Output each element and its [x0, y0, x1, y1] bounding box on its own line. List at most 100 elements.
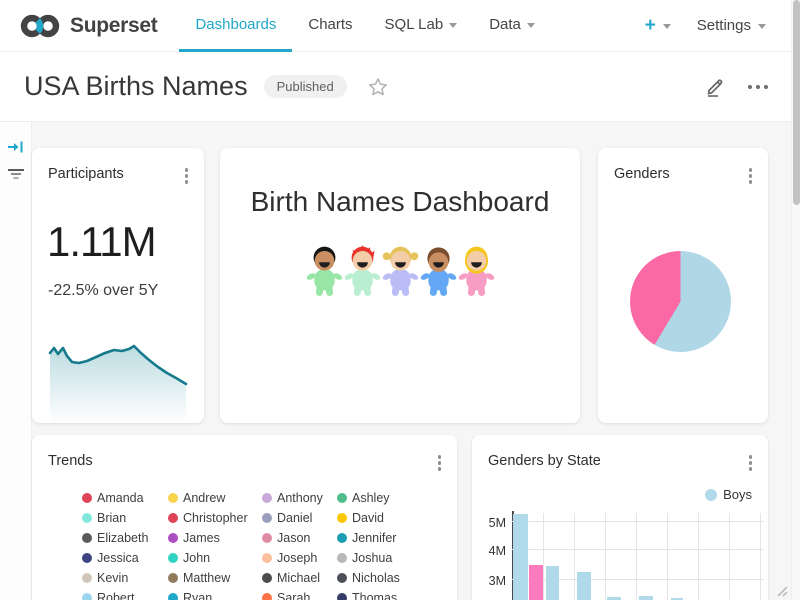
genders-by-state-card: Genders by State Boys 5M4M3M	[472, 435, 768, 600]
kid-figure-spiky	[344, 243, 381, 299]
favorite-star-icon[interactable]	[367, 76, 389, 98]
legend-dot	[168, 573, 178, 583]
card-title: Trends	[48, 453, 93, 469]
legend-item[interactable]: Elizabeth	[82, 528, 168, 548]
nav-item-charts[interactable]: Charts	[292, 0, 368, 52]
legend-dot	[168, 533, 178, 543]
legend-label: Daniel	[277, 511, 312, 525]
pie-chart	[630, 251, 731, 352]
bar	[639, 596, 653, 600]
legend-label: Brian	[97, 511, 126, 525]
bar	[546, 566, 559, 600]
legend-dot	[337, 573, 347, 583]
legend-dot	[82, 593, 92, 600]
legend-dot	[168, 513, 178, 523]
expand-filter-bar-icon[interactable]	[0, 140, 31, 154]
brand-name: Superset	[70, 14, 157, 38]
legend-item[interactable]: Brian	[82, 508, 168, 528]
legend-dot	[82, 493, 92, 503]
gridline	[667, 513, 668, 600]
settings-label: Settings	[697, 17, 751, 34]
legend-item[interactable]: Amanda	[82, 488, 168, 508]
nav-item-dashboards[interactable]: Dashboards	[179, 0, 292, 52]
legend-item[interactable]: Jessica	[82, 548, 168, 568]
legend-item[interactable]: Andrew	[168, 488, 262, 508]
legend-dot	[262, 533, 272, 543]
legend-item[interactable]: Thomas	[337, 588, 447, 600]
legend-item[interactable]: Michael	[262, 568, 337, 588]
gridline	[698, 513, 699, 600]
legend-dot	[82, 513, 92, 523]
legend-item[interactable]: James	[168, 528, 262, 548]
legend-item[interactable]: Joshua	[337, 548, 447, 568]
legend-label: James	[183, 531, 220, 545]
legend-item[interactable]: David	[337, 508, 447, 528]
gridline	[636, 513, 637, 600]
nav-item-sql-lab[interactable]: SQL Lab	[369, 0, 474, 52]
brand[interactable]: Superset	[0, 12, 157, 40]
legend-dot	[168, 553, 178, 563]
app-header: Superset Dashboards Charts SQL LabData + S…	[0, 0, 800, 52]
scrollbar	[791, 0, 800, 600]
plus-button[interactable]: +	[645, 16, 671, 35]
kebab-menu-icon[interactable]	[435, 452, 445, 474]
trends-card: Trends Amanda Andrew Anthony Ashley Brian Chr…	[32, 435, 457, 600]
bar-chart: 5M4M3M	[472, 435, 768, 600]
settings-menu[interactable]: Settings	[697, 17, 766, 34]
plus-icon: +	[645, 16, 656, 35]
kebab-menu-icon[interactable]	[182, 165, 192, 187]
filter-funnel-icon[interactable]	[0, 168, 31, 181]
gridline	[574, 513, 575, 600]
legend-item[interactable]: Ryan	[168, 588, 262, 600]
sparkline-chart	[46, 343, 190, 423]
markdown-heading: Birth Names Dashboard	[220, 186, 580, 218]
superset-logo-icon	[18, 12, 62, 40]
legend-dot	[337, 593, 347, 600]
legend-item[interactable]: Christopher	[168, 508, 262, 528]
legend-item[interactable]: Jennifer	[337, 528, 447, 548]
legend-dot	[262, 573, 272, 583]
legend-label: Joshua	[352, 551, 392, 565]
legend-item[interactable]: Ashley	[337, 488, 447, 508]
legend-item[interactable]: Jason	[262, 528, 337, 548]
trends-legend: Amanda Andrew Anthony Ashley Brian Christophe…	[82, 488, 447, 600]
filter-bar-collapsed	[0, 122, 32, 600]
legend-item[interactable]: Daniel	[262, 508, 337, 528]
gridline	[605, 513, 606, 600]
legend-item[interactable]: Sarah	[262, 588, 337, 600]
legend-dot	[337, 553, 347, 563]
published-badge[interactable]: Published	[264, 75, 347, 98]
legend-label: Michael	[277, 571, 320, 585]
nav-item-label: Charts	[308, 16, 352, 33]
gridline	[543, 513, 544, 600]
legend-label: David	[352, 511, 384, 525]
kebab-menu-icon[interactable]	[746, 165, 756, 187]
main-nav: Dashboards Charts SQL LabData	[179, 0, 550, 52]
nav-item-label: Dashboards	[195, 16, 276, 33]
participants-card: Participants 1.11M -22.5% over 5Y	[32, 148, 204, 423]
legend-item[interactable]: Anthony	[262, 488, 337, 508]
page-title: USA Births Names	[24, 71, 248, 102]
nav-item-data[interactable]: Data	[473, 0, 551, 52]
legend-label: Amanda	[97, 491, 144, 505]
scrollbar-thumb[interactable]	[793, 0, 800, 205]
gridline	[512, 549, 764, 550]
resize-handle-icon[interactable]	[773, 582, 788, 597]
legend-item[interactable]: Matthew	[168, 568, 262, 588]
legend-item[interactable]: Robert	[82, 588, 168, 600]
bar	[513, 514, 528, 600]
chevron-down-icon	[758, 24, 766, 29]
legend-item[interactable]: John	[168, 548, 262, 568]
legend-item[interactable]: Nicholas	[337, 568, 447, 588]
kids-illustration	[220, 243, 580, 299]
edit-icon[interactable]	[704, 76, 726, 98]
more-options-button[interactable]	[744, 81, 772, 93]
legend-label: Jason	[277, 531, 310, 545]
legend-item[interactable]: Joseph	[262, 548, 337, 568]
legend-dot	[337, 493, 347, 503]
legend-label: Thomas	[352, 591, 397, 600]
legend-item[interactable]: Kevin	[82, 568, 168, 588]
legend-label: Anthony	[277, 491, 323, 505]
legend-label: Nicholas	[352, 571, 400, 585]
big-number-value: 1.11M	[47, 218, 156, 266]
